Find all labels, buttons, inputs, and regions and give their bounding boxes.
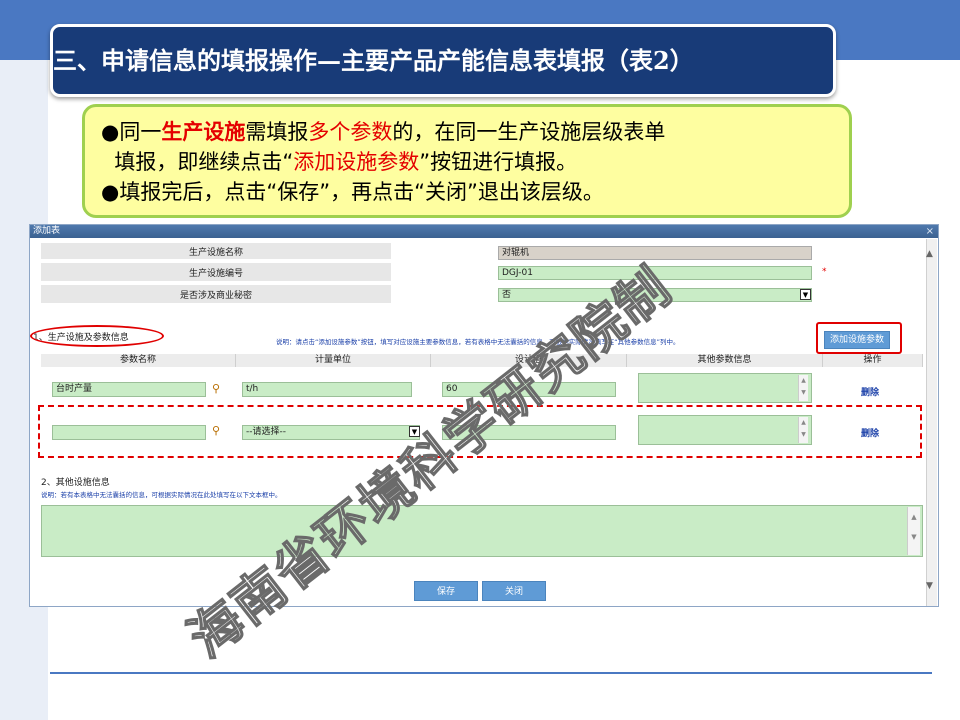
dialog-titlebar: 添加表 <box>30 225 938 238</box>
slide-title: 三、申请信息的填报操作—主要产品产能信息表填报（表2） <box>50 24 836 97</box>
instruction-line-3: ●填报完后，点击“保存”，再点击“关闭”退出该层级。 <box>101 180 604 204</box>
other-facility-textarea[interactable] <box>41 505 923 557</box>
note-text: 需填报 <box>245 120 309 144</box>
note-highlight: 添加设施参数 <box>293 150 420 174</box>
save-button[interactable]: 保存 <box>414 581 478 601</box>
note-highlight: 多个参数 <box>308 120 393 144</box>
param-name-input[interactable] <box>52 425 206 440</box>
note-text: ●同一 <box>101 120 162 144</box>
slide-title-text: 三、申请信息的填报操作—主要产品产能信息表填报（表2） <box>53 46 694 75</box>
note-highlight: 生产设施 <box>161 120 246 144</box>
instruction-box: ●同一生产设施需填报多个参数的，在同一生产设施层级表单 填报，即继续点击“添加设… <box>82 104 852 218</box>
instruction-line-1: ●同一生产设施需填报多个参数的，在同一生产设施层级表单 <box>101 117 849 147</box>
dialog-title: 添加表 <box>33 226 61 236</box>
instruction-line-2: 填报，即继续点击“添加设施参数”按钮进行填报。 <box>101 147 849 177</box>
search-icon[interactable]: ⚲ <box>212 424 220 437</box>
param-table-header: 参数名称 计量单位 设计值 其他参数信息 操作 <box>41 354 923 367</box>
textarea-scrollbar[interactable]: ▲ ▼ <box>907 507 920 555</box>
close-icon[interactable]: × <box>926 225 934 238</box>
unit-select[interactable]: t/h <box>242 382 412 397</box>
section2-note: 说明：若有本表格中无法囊括的信息，可根据实际情况在此处填写在以下文本框中。 <box>41 491 282 499</box>
header-other-info: 其他参数信息 <box>627 354 823 367</box>
textarea-scrollbar[interactable]: ▲ ▼ <box>798 375 808 401</box>
search-icon[interactable]: ⚲ <box>212 382 220 395</box>
add-parameter-button[interactable]: 添加设施参数 <box>824 331 890 349</box>
footer-line <box>50 672 932 674</box>
section1-highlight-ellipse <box>30 325 164 347</box>
facility-code-label: 生产设施编号 <box>188 269 243 279</box>
chevron-down-icon[interactable]: ▼ <box>800 289 811 300</box>
required-mark: * <box>822 267 827 277</box>
delete-row-link[interactable]: 删除 <box>861 426 879 439</box>
facility-name-field[interactable]: 对辊机 <box>498 246 812 260</box>
param-name-input[interactable]: 台时产量 <box>52 382 206 397</box>
note-text: 的，在同一生产设施层级表单 <box>392 120 666 144</box>
secret-label: 是否涉及商业秘密 <box>179 291 252 301</box>
dialog-scrollbar[interactable] <box>926 239 937 606</box>
facility-name-label: 生产设施名称 <box>188 248 243 258</box>
section2-title: 2、其他设施信息 <box>41 478 110 488</box>
scroll-down-icon[interactable]: ▼ <box>926 581 933 591</box>
textarea-scrollbar[interactable]: ▲ ▼ <box>798 417 808 443</box>
note-text: 填报，即继续点击“ <box>101 150 294 174</box>
header-action: 操作 <box>823 354 923 367</box>
delete-row-link[interactable]: 删除 <box>861 385 879 398</box>
note-text: ”按钮进行填报。 <box>419 150 578 174</box>
scroll-up-icon[interactable]: ▲ <box>926 249 933 259</box>
other-info-textarea[interactable] <box>638 373 812 403</box>
header-param-name: 参数名称 <box>41 354 236 367</box>
close-button[interactable]: 关闭 <box>482 581 546 601</box>
header-unit: 计量单位 <box>236 354 431 367</box>
other-info-textarea[interactable] <box>638 415 812 445</box>
